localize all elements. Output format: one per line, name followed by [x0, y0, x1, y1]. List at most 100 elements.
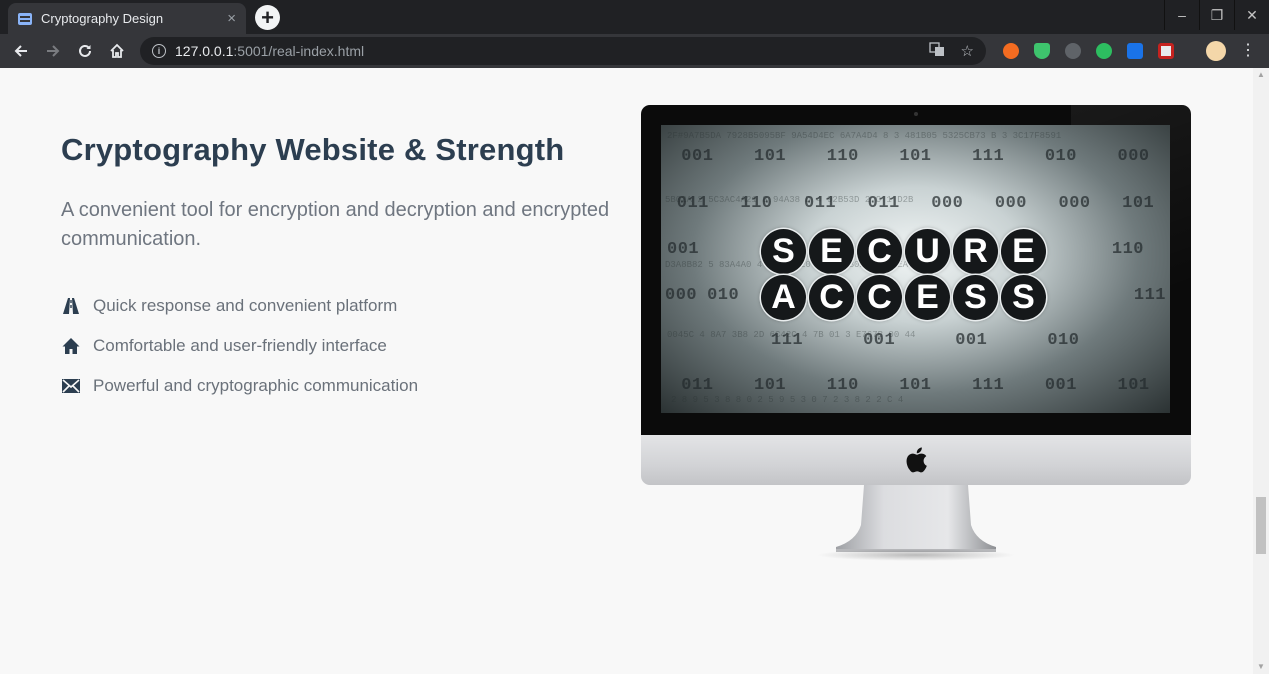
imac-stand [836, 485, 996, 552]
extension-infinity-icon[interactable] [1003, 43, 1019, 59]
minimize-button[interactable]: – [1164, 0, 1199, 30]
binary-row: 011 110 011 011 000 000 000 101 [661, 194, 1170, 213]
feature-label: Comfortable and user-friendly interface [93, 336, 387, 355]
letter-badge: E [809, 229, 854, 274]
envelope-icon [61, 376, 81, 396]
new-tab-button[interactable]: + [255, 5, 280, 30]
binary-digit: 101 [754, 376, 787, 395]
binary-digit: 001 [681, 147, 714, 166]
access-word: A C C E S S [761, 275, 1046, 320]
secure-word: S E C U R E [761, 229, 1046, 274]
profile-avatar[interactable] [1206, 41, 1226, 61]
back-arrow-icon[interactable] [10, 40, 32, 62]
browser-menu-icon[interactable]: ⋮ [1240, 42, 1256, 60]
letter-badge: E [1001, 229, 1046, 274]
binary-row: 001 101 110 101 111 010 000 [661, 147, 1170, 166]
extension-evernote-icon[interactable] [1096, 43, 1112, 59]
page-scrollbar[interactable]: ▲ ▼ [1253, 68, 1269, 674]
section-heading: Cryptography Website & Strength [61, 132, 565, 167]
feature-list: Quick response and convenient platform C… [61, 286, 418, 406]
binary-digit: 111 [771, 331, 804, 350]
address-bar[interactable]: i 127.0.0.1:5001/real-index.html ☆ [140, 37, 986, 65]
imac-display-bezel: 2F#9A7B5DA 7928B5095BF 9A54D4EC 6A7A4D4 … [641, 105, 1191, 435]
binary-digit: 000 [994, 194, 1027, 213]
forward-arrow-icon[interactable] [42, 40, 64, 62]
binary-digit: 011 [867, 194, 900, 213]
home-button-icon[interactable] [106, 40, 128, 62]
binary-digit: 101 [754, 147, 787, 166]
letter-badge: C [857, 275, 902, 320]
bookmark-star-icon[interactable]: ☆ [961, 42, 974, 60]
binary-digit: 011 [804, 194, 837, 213]
letter-badge: S [953, 275, 998, 320]
binary-digit: 101 [899, 376, 932, 395]
section-lead: A convenient tool for encryption and dec… [61, 199, 610, 250]
extension-c-icon[interactable] [1065, 43, 1081, 59]
scroll-down-arrow-icon[interactable]: ▼ [1253, 660, 1269, 674]
feature-item: Quick response and convenient platform [61, 286, 418, 326]
extension-pocket-icon[interactable] [1158, 43, 1174, 59]
binary-digit: 110 [826, 147, 859, 166]
binary-digit: 111 [972, 147, 1005, 166]
tab-close-icon[interactable]: × [227, 11, 236, 26]
scroll-thumb[interactable] [1256, 497, 1266, 554]
binary-digit: 101 [1117, 376, 1150, 395]
secure-access-image: 2F#9A7B5DA 7928B5095BF 9A54D4EC 6A7A4D4 … [661, 125, 1170, 413]
extension-shield-icon[interactable] [1034, 43, 1050, 59]
home-icon [61, 336, 81, 356]
tab-title: Cryptography Design [41, 11, 164, 26]
browser-toolbar: i 127.0.0.1:5001/real-index.html ☆ ⋮ [0, 34, 1269, 68]
letter-badge: S [761, 229, 806, 274]
binary-row: 011 101 110 101 111 001 101 [661, 376, 1170, 395]
reload-icon[interactable] [74, 40, 96, 62]
url-text: 127.0.0.1:5001/real-index.html [175, 43, 913, 59]
binary-digit: 101 [1122, 194, 1155, 213]
binary-digit: 001 [955, 331, 988, 350]
letter-badge: A [761, 275, 806, 320]
browser-tab-strip: Cryptography Design × + – ❐ ✕ [0, 0, 1269, 34]
binary-digit: 011 [681, 376, 714, 395]
binary-digit: 111 [1133, 286, 1166, 305]
binary-digit: 000 [1058, 194, 1091, 213]
url-path: :5001/real-index.html [233, 43, 365, 59]
binary-digit: 000 [1117, 147, 1150, 166]
binary-digit: 111 [972, 376, 1005, 395]
extension-puzzle-icon[interactable] [1127, 43, 1143, 59]
restore-button[interactable]: ❐ [1199, 0, 1234, 30]
stand-shadow [816, 549, 1016, 561]
feature-label: Quick response and convenient platform [93, 296, 398, 315]
road-icon [61, 296, 81, 316]
close-window-button[interactable]: ✕ [1234, 0, 1269, 30]
feature-item: Powerful and cryptographic communication [61, 366, 418, 406]
letter-badge: C [857, 229, 902, 274]
binary-digit: 001 [863, 331, 896, 350]
feature-item: Comfortable and user-friendly interface [61, 326, 418, 366]
scroll-up-arrow-icon[interactable]: ▲ [1253, 68, 1269, 82]
binary-digit: 001 [667, 240, 700, 259]
url-host: 127.0.0.1 [175, 43, 234, 59]
page-content: Cryptography Website & Strength A conven… [0, 68, 1253, 674]
letter-badge: S [1001, 275, 1046, 320]
binary-digit: 101 [899, 147, 932, 166]
binary-digit: 000 [931, 194, 964, 213]
binary-digit: 010 [1047, 331, 1080, 350]
binary-digit: 110 [1111, 240, 1144, 259]
window-controls: – ❐ ✕ [1164, 0, 1269, 30]
binary-digit: 110 [740, 194, 773, 213]
letter-badge: E [905, 275, 950, 320]
page-favicon-icon [18, 12, 32, 25]
site-info-icon[interactable]: i [152, 44, 166, 58]
feature-label: Powerful and cryptographic communication [93, 376, 419, 395]
camera-dot [914, 112, 918, 116]
letter-badge: R [953, 229, 998, 274]
apple-logo-icon [906, 447, 927, 473]
binary-digit: 110 [826, 376, 859, 395]
translate-icon[interactable] [928, 41, 945, 61]
binary-row: 111 001 001 010 [661, 331, 1170, 350]
binary-digit: 001 [1044, 376, 1077, 395]
binary-digit: 010 [707, 286, 740, 305]
browser-tab[interactable]: Cryptography Design × [8, 3, 246, 34]
binary-digit: 000 [665, 286, 698, 305]
binary-digit: 011 [676, 194, 709, 213]
binary-digit: 010 [1044, 147, 1077, 166]
